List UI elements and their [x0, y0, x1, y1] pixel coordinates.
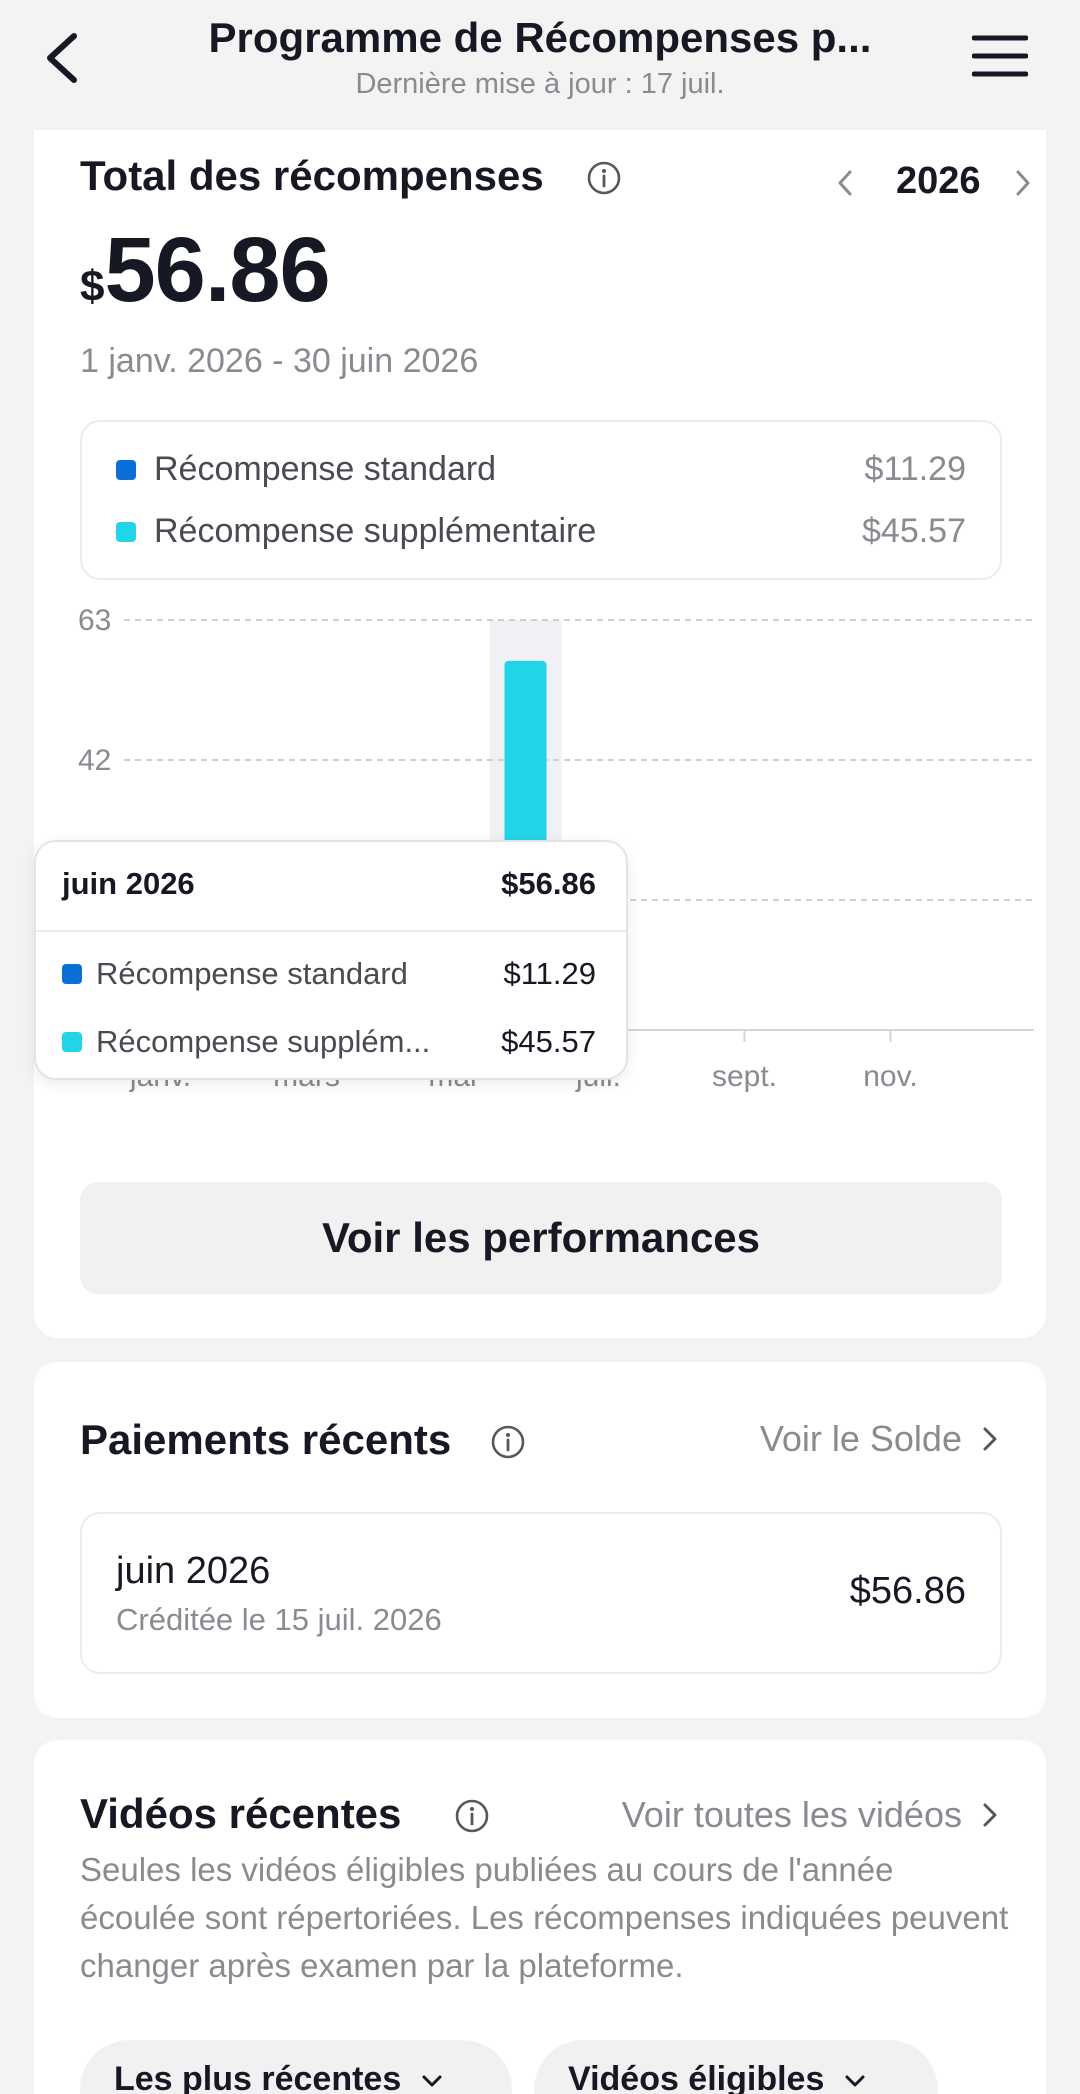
info-icon[interactable]	[586, 160, 622, 196]
tooltip-header: juin 2026 $56.86	[62, 866, 596, 902]
view-all-videos-link[interactable]: Voir toutes les vidéos	[622, 1794, 1000, 1836]
eligibility-filter-dropdown[interactable]: Vidéos éligibles	[534, 2040, 938, 2094]
rewards-breakdown: Récompense standard $11.29 Récompense su…	[80, 420, 1002, 580]
tooltip-total: $56.86	[501, 866, 596, 901]
chevron-down-icon	[422, 2075, 442, 2087]
tooltip-row-name: Récompense supplém...	[96, 1024, 431, 1059]
chart-tooltip: juin 2026 $56.86 Récompense standard $11…	[34, 840, 628, 1080]
year-label: 2026	[896, 160, 981, 202]
eligibility-filter-label: Vidéos éligibles	[568, 2060, 825, 2094]
legend-row-standard: Récompense standard $11.29	[116, 448, 966, 492]
bonus-color-swatch	[62, 1032, 82, 1052]
chevron-right-icon	[983, 1427, 997, 1451]
recent-payments-card: Paiements récents Voir le Solde juin 202…	[34, 1362, 1046, 1718]
chevron-right-icon	[983, 1803, 997, 1827]
legend-name: Récompense standard	[154, 450, 497, 488]
legend-row-bonus: Récompense supplémentaire $45.57	[116, 510, 966, 554]
currency-symbol: $	[80, 262, 105, 311]
info-icon[interactable]	[454, 1798, 490, 1834]
sort-filter-label: Les plus récentes	[114, 2060, 402, 2094]
back-arrow-icon[interactable]	[40, 28, 84, 88]
standard-color-swatch	[62, 964, 82, 984]
tooltip-month: juin 2026	[62, 866, 195, 901]
videos-title: Vidéos récentes	[80, 1790, 402, 1837]
total-rewards-amount: $56.86	[80, 218, 331, 323]
tooltip-row-name: Récompense standard	[96, 956, 408, 991]
next-year-chevron-icon[interactable]	[1012, 168, 1034, 198]
last-updated-label: Dernière mise à jour : 17 juil.	[355, 68, 725, 100]
view-balance-link[interactable]: Voir le Solde	[760, 1418, 1000, 1460]
previous-year-chevron-icon[interactable]	[834, 168, 856, 198]
page-title: Programme de Récompenses p...	[208, 14, 872, 61]
standard-color-swatch	[116, 460, 136, 480]
total-value: 56.86	[104, 219, 330, 321]
tooltip-row-standard: Récompense standard $11.29	[62, 954, 596, 994]
recent-videos-card: Vidéos récentes Voir toutes les vidéos S…	[34, 1740, 1046, 2094]
view-balance-label: Voir le Solde	[759, 1418, 962, 1459]
tooltip-row-value: $11.29	[503, 956, 596, 991]
payment-month: juin 2026	[116, 1550, 271, 1592]
videos-description: Seules les vidéos éligibles publiées au …	[80, 1851, 1009, 1984]
top-bar: Programme de Récompenses p... Dernière m…	[0, 0, 1080, 130]
rewards-card: Total des récompenses 2026 $56.86 1 janv…	[34, 130, 1046, 1338]
payments-title: Paiements récents	[80, 1416, 452, 1463]
year-selector: 2026	[826, 154, 1046, 210]
legend-name: Récompense supplémentaire	[154, 512, 597, 550]
payment-item[interactable]: juin 2026 Créditée le 15 juil. 2026 $56.…	[80, 1512, 1002, 1674]
x-tick-label: nov.	[863, 1060, 917, 1093]
view-all-videos-label: Voir toutes les vidéos	[621, 1794, 962, 1835]
rewards-title: Total des récompenses	[80, 152, 544, 199]
y-tick-label: 63	[78, 604, 111, 637]
view-performance-button[interactable]: Voir les performances	[80, 1182, 1002, 1294]
x-tick-label: sept.	[712, 1060, 777, 1093]
legend-value: $45.57	[862, 512, 966, 550]
payment-credited-date: Créditée le 15 juil. 2026	[116, 1602, 442, 1637]
date-range: 1 janv. 2026 - 30 juin 2026	[80, 342, 479, 380]
y-tick-label: 42	[78, 744, 111, 777]
tooltip-row-bonus: Récompense supplém... $45.57	[62, 1022, 596, 1062]
info-icon[interactable]	[490, 1424, 526, 1460]
sort-filter-dropdown[interactable]: Les plus récentes	[80, 2040, 512, 2094]
divider	[36, 930, 626, 932]
chevron-down-icon	[845, 2075, 865, 2087]
hamburger-menu-icon[interactable]	[972, 34, 1028, 78]
legend-value: $11.29	[864, 450, 966, 488]
payment-amount: $56.86	[849, 1570, 966, 1612]
bonus-color-swatch	[116, 522, 136, 542]
tooltip-row-value: $45.57	[501, 1024, 596, 1059]
